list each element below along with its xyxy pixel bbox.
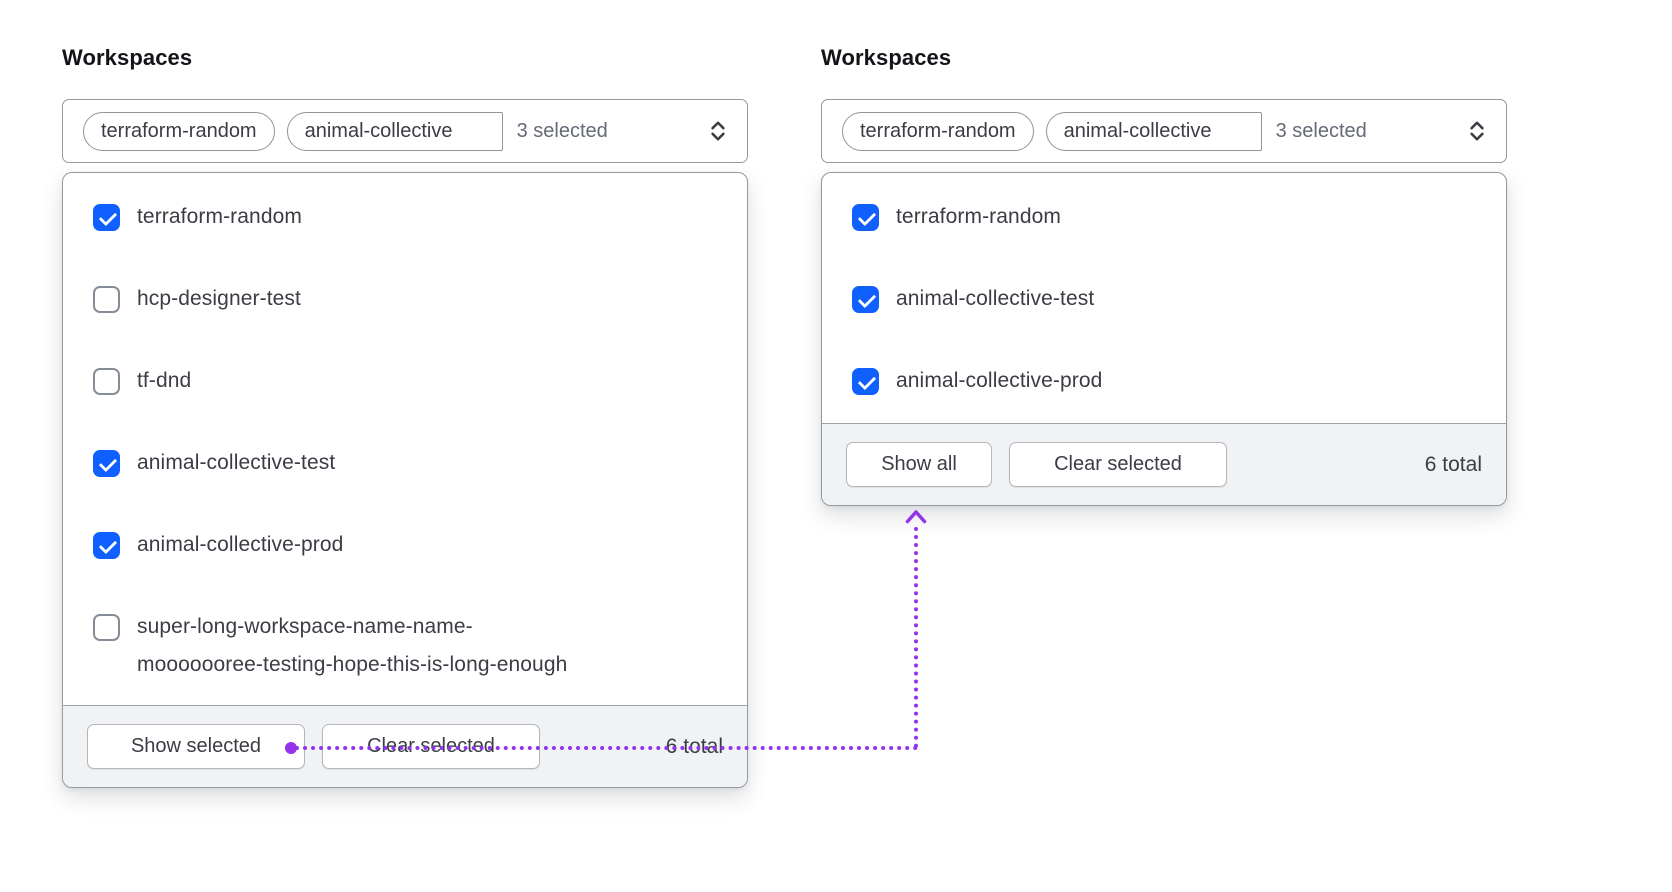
options-list: terraform-random animal-collective-test …: [822, 173, 1506, 400]
option-row[interactable]: animal-collective-prod: [852, 362, 1482, 400]
chevron-up-down-icon: [705, 118, 731, 144]
option-label: animal-collective-test: [896, 287, 1095, 310]
option-label: tf-dnd: [137, 369, 192, 392]
canvas: Workspaces terraform-random animal-colle…: [0, 0, 1672, 892]
field-label: Workspaces: [821, 45, 952, 70]
options-list: terraform-random hcp-designer-test tf-dn…: [63, 173, 747, 684]
panel-footer: Show selected Clear selected 6 total: [63, 705, 747, 787]
option-row[interactable]: animal-collective-test: [852, 280, 1482, 318]
option-label: terraform-random: [137, 205, 302, 228]
option-row[interactable]: terraform-random: [93, 198, 723, 236]
clear-selected-button[interactable]: Clear selected: [322, 724, 540, 769]
checkbox[interactable]: [93, 204, 120, 231]
option-row[interactable]: tf-dnd: [93, 362, 723, 400]
checkbox[interactable]: [852, 368, 879, 395]
chevron-up-down-icon: [1464, 118, 1490, 144]
multiselect-trigger[interactable]: terraform-random animal-collective 3 sel…: [62, 99, 748, 163]
panel-footer: Show all Clear selected 6 total: [822, 423, 1506, 505]
checkbox[interactable]: [93, 450, 120, 477]
option-label: animal-collective-prod: [137, 533, 344, 556]
annotation-arrowhead-icon: [905, 510, 927, 524]
checkbox[interactable]: [852, 286, 879, 313]
option-row[interactable]: animal-collective-test: [93, 444, 723, 482]
multiselect-right: Workspaces terraform-random animal-colle…: [821, 44, 1507, 506]
option-label: hcp-designer-test: [137, 287, 301, 310]
option-label: super-long-workspace-name-name-moooooore…: [137, 615, 568, 676]
option-row[interactable]: terraform-random: [852, 198, 1482, 236]
dropdown-panel: terraform-random animal-collective-test …: [821, 172, 1507, 506]
total-count: 6 total: [1424, 452, 1482, 476]
selected-count: 3 selected: [1275, 119, 1367, 142]
checkbox[interactable]: [93, 368, 120, 395]
selected-tag: terraform-random: [83, 111, 275, 151]
option-row[interactable]: animal-collective-prod: [93, 526, 723, 564]
option-row[interactable]: super-long-workspace-name-name-moooooore…: [93, 608, 723, 684]
option-label: animal-collective-test: [137, 451, 336, 474]
checkbox[interactable]: [93, 286, 120, 313]
checkbox[interactable]: [93, 532, 120, 559]
selected-tag-truncated: animal-collective: [1045, 111, 1262, 151]
show-selected-button[interactable]: Show selected: [87, 724, 305, 769]
annotation-line-vertical: [914, 527, 918, 748]
clear-selected-button[interactable]: Clear selected: [1009, 442, 1227, 487]
option-label: animal-collective-prod: [896, 369, 1103, 392]
multiselect-left: Workspaces terraform-random animal-colle…: [62, 44, 748, 788]
checkbox[interactable]: [852, 204, 879, 231]
option-label: terraform-random: [896, 205, 1061, 228]
option-row[interactable]: hcp-designer-test: [93, 280, 723, 318]
selected-tag: terraform-random: [842, 111, 1034, 151]
field-label: Workspaces: [62, 45, 193, 70]
total-count: 6 total: [665, 734, 723, 758]
dropdown-panel: terraform-random hcp-designer-test tf-dn…: [62, 172, 748, 788]
checkbox[interactable]: [93, 614, 120, 641]
show-all-button[interactable]: Show all: [846, 442, 992, 487]
selected-tag-truncated: animal-collective: [286, 111, 503, 151]
multiselect-trigger[interactable]: terraform-random animal-collective 3 sel…: [821, 99, 1507, 163]
selected-count: 3 selected: [516, 119, 608, 142]
